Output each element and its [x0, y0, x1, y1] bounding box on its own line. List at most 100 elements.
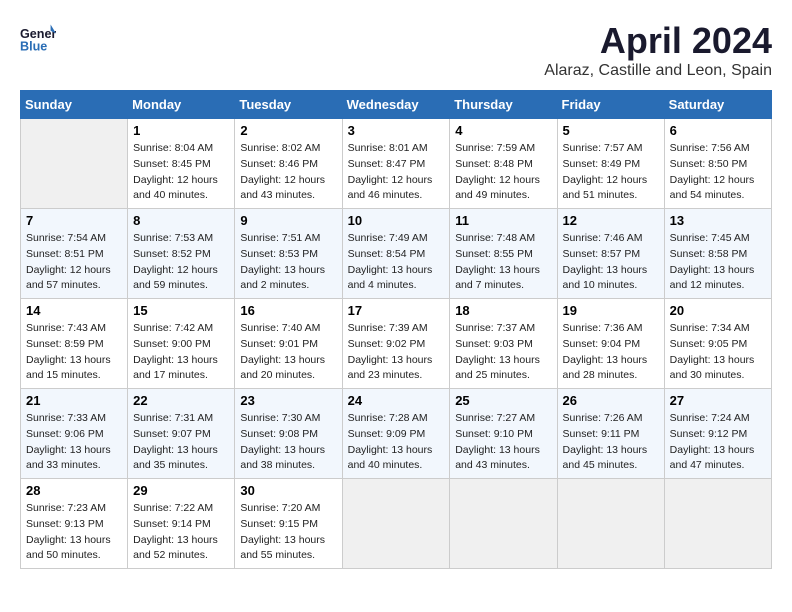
calendar-cell: 1Sunrise: 8:04 AMSunset: 8:45 PMDaylight… [128, 119, 235, 209]
logo-icon: General Blue [20, 20, 56, 56]
calendar-cell: 8 Sunrise: 7:53 AMSunset: 8:52 PMDaylight… [128, 209, 235, 299]
week-row-5: 28 Sunrise: 7:23 AMSunset: 9:13 PMDayligh… [21, 479, 772, 569]
day-info: Sunrise: 7:59 AMSunset: 8:48 PMDaylight:… [455, 141, 551, 204]
day-number: 25 [455, 393, 551, 408]
day-info: Sunrise: 7:48 AMSunset: 8:55 PMDaylight:… [455, 231, 551, 294]
calendar-cell [664, 479, 771, 569]
calendar-cell: 26 Sunrise: 7:26 AMSunset: 9:11 PMDayligh… [557, 389, 664, 479]
day-number: 3 [348, 123, 445, 138]
day-info: Sunrise: 7:53 AMSunset: 8:52 PMDaylight:… [133, 231, 229, 294]
day-number: 6 [670, 123, 766, 138]
day-number: 12 [563, 213, 659, 228]
day-number: 19 [563, 303, 659, 318]
day-number: 30 [240, 483, 336, 498]
title-block: April 2024 Alaraz, Castille and Leon, Sp… [544, 20, 772, 80]
calendar-cell: 30 Sunrise: 7:20 AMSunset: 9:15 PMDayligh… [235, 479, 342, 569]
week-row-1: 1Sunrise: 8:04 AMSunset: 8:45 PMDaylight… [21, 119, 772, 209]
calendar-cell: 19 Sunrise: 7:36 AMSunset: 9:04 PMDayligh… [557, 299, 664, 389]
calendar-cell: 25 Sunrise: 7:27 AMSunset: 9:10 PMDayligh… [450, 389, 557, 479]
day-number: 24 [348, 393, 445, 408]
day-header-sunday: Sunday [21, 91, 128, 119]
calendar-cell: 14 Sunrise: 7:43 AMSunset: 8:59 PMDayligh… [21, 299, 128, 389]
day-info: Sunrise: 7:26 AMSunset: 9:11 PMDaylight:… [563, 411, 659, 474]
location-subtitle: Alaraz, Castille and Leon, Spain [544, 62, 772, 80]
day-number: 1 [133, 123, 229, 138]
day-number: 18 [455, 303, 551, 318]
calendar-cell [21, 119, 128, 209]
calendar-cell: 24 Sunrise: 7:28 AMSunset: 9:09 PMDayligh… [342, 389, 450, 479]
calendar-cell: 16Sunrise: 7:40 AMSunset: 9:01 PMDayligh… [235, 299, 342, 389]
day-info: Sunrise: 7:43 AMSunset: 8:59 PMDaylight:… [26, 321, 122, 384]
day-info: Sunrise: 7:22 AMSunset: 9:14 PMDaylight:… [133, 501, 229, 564]
day-header-tuesday: Tuesday [235, 91, 342, 119]
day-number: 13 [670, 213, 766, 228]
day-number: 23 [240, 393, 336, 408]
day-number: 8 [133, 213, 229, 228]
day-info: Sunrise: 7:42 AMSunset: 9:00 PMDaylight:… [133, 321, 229, 384]
day-number: 7 [26, 213, 122, 228]
day-header-thursday: Thursday [450, 91, 557, 119]
day-number: 20 [670, 303, 766, 318]
day-info: Sunrise: 8:01 AMSunset: 8:47 PMDaylight:… [348, 141, 445, 204]
day-info: Sunrise: 7:39 AMSunset: 9:02 PMDaylight:… [348, 321, 445, 384]
day-number: 28 [26, 483, 122, 498]
calendar-cell: 3 Sunrise: 8:01 AMSunset: 8:47 PMDaylight… [342, 119, 450, 209]
day-info: Sunrise: 7:46 AMSunset: 8:57 PMDaylight:… [563, 231, 659, 294]
day-info: Sunrise: 7:36 AMSunset: 9:04 PMDaylight:… [563, 321, 659, 384]
header-row: SundayMondayTuesdayWednesdayThursdayFrid… [21, 91, 772, 119]
calendar-cell: 22 Sunrise: 7:31 AMSunset: 9:07 PMDayligh… [128, 389, 235, 479]
calendar-cell: 4 Sunrise: 7:59 AMSunset: 8:48 PMDaylight… [450, 119, 557, 209]
day-header-wednesday: Wednesday [342, 91, 450, 119]
calendar-cell [450, 479, 557, 569]
day-number: 5 [563, 123, 659, 138]
day-number: 29 [133, 483, 229, 498]
day-info: Sunrise: 7:27 AMSunset: 9:10 PMDaylight:… [455, 411, 551, 474]
day-info: Sunrise: 7:54 AMSunset: 8:51 PMDaylight:… [26, 231, 122, 294]
calendar-cell: 17 Sunrise: 7:39 AMSunset: 9:02 PMDayligh… [342, 299, 450, 389]
logo: General Blue [20, 20, 56, 56]
day-header-monday: Monday [128, 91, 235, 119]
calendar-cell: 28 Sunrise: 7:23 AMSunset: 9:13 PMDayligh… [21, 479, 128, 569]
calendar-cell [342, 479, 450, 569]
day-info: Sunrise: 7:31 AMSunset: 9:07 PMDaylight:… [133, 411, 229, 474]
day-info: Sunrise: 7:33 AMSunset: 9:06 PMDaylight:… [26, 411, 122, 474]
calendar-cell: 6Sunrise: 7:56 AMSunset: 8:50 PMDaylight… [664, 119, 771, 209]
calendar-cell: 12 Sunrise: 7:46 AMSunset: 8:57 PMDayligh… [557, 209, 664, 299]
day-info: Sunrise: 7:34 AMSunset: 9:05 PMDaylight:… [670, 321, 766, 384]
month-title: April 2024 [544, 20, 772, 62]
week-row-4: 21 Sunrise: 7:33 AMSunset: 9:06 PMDayligh… [21, 389, 772, 479]
calendar-cell: 10 Sunrise: 7:49 AMSunset: 8:54 PMDayligh… [342, 209, 450, 299]
day-number: 21 [26, 393, 122, 408]
day-info: Sunrise: 7:20 AMSunset: 9:15 PMDaylight:… [240, 501, 336, 564]
week-row-3: 14 Sunrise: 7:43 AMSunset: 8:59 PMDayligh… [21, 299, 772, 389]
calendar-cell: 27Sunrise: 7:24 AMSunset: 9:12 PMDayligh… [664, 389, 771, 479]
day-number: 9 [240, 213, 336, 228]
page-header: General Blue April 2024 Alaraz, Castille… [20, 20, 772, 80]
calendar-cell: 15 Sunrise: 7:42 AMSunset: 9:00 PMDayligh… [128, 299, 235, 389]
calendar-cell: 23 Sunrise: 7:30 AMSunset: 9:08 PMDayligh… [235, 389, 342, 479]
day-number: 22 [133, 393, 229, 408]
day-info: Sunrise: 8:02 AMSunset: 8:46 PMDaylight:… [240, 141, 336, 204]
day-header-friday: Friday [557, 91, 664, 119]
day-info: Sunrise: 7:30 AMSunset: 9:08 PMDaylight:… [240, 411, 336, 474]
day-info: Sunrise: 7:28 AMSunset: 9:09 PMDaylight:… [348, 411, 445, 474]
calendar-cell: 18 Sunrise: 7:37 AMSunset: 9:03 PMDayligh… [450, 299, 557, 389]
calendar-cell: 2 Sunrise: 8:02 AMSunset: 8:46 PMDaylight… [235, 119, 342, 209]
day-info: Sunrise: 7:23 AMSunset: 9:13 PMDaylight:… [26, 501, 122, 564]
calendar-cell: 20 Sunrise: 7:34 AMSunset: 9:05 PMDayligh… [664, 299, 771, 389]
day-info: Sunrise: 7:49 AMSunset: 8:54 PMDaylight:… [348, 231, 445, 294]
day-info: Sunrise: 7:51 AMSunset: 8:53 PMDaylight:… [240, 231, 336, 294]
calendar-cell: 5 Sunrise: 7:57 AMSunset: 8:49 PMDaylight… [557, 119, 664, 209]
day-number: 2 [240, 123, 336, 138]
day-number: 17 [348, 303, 445, 318]
day-number: 15 [133, 303, 229, 318]
day-number: 10 [348, 213, 445, 228]
day-number: 14 [26, 303, 122, 318]
day-info: Sunrise: 7:37 AMSunset: 9:03 PMDaylight:… [455, 321, 551, 384]
day-number: 26 [563, 393, 659, 408]
day-info: Sunrise: 7:57 AMSunset: 8:49 PMDaylight:… [563, 141, 659, 204]
svg-text:Blue: Blue [20, 40, 47, 54]
calendar-cell: 21 Sunrise: 7:33 AMSunset: 9:06 PMDayligh… [21, 389, 128, 479]
calendar-table: SundayMondayTuesdayWednesdayThursdayFrid… [20, 90, 772, 569]
day-number: 4 [455, 123, 551, 138]
